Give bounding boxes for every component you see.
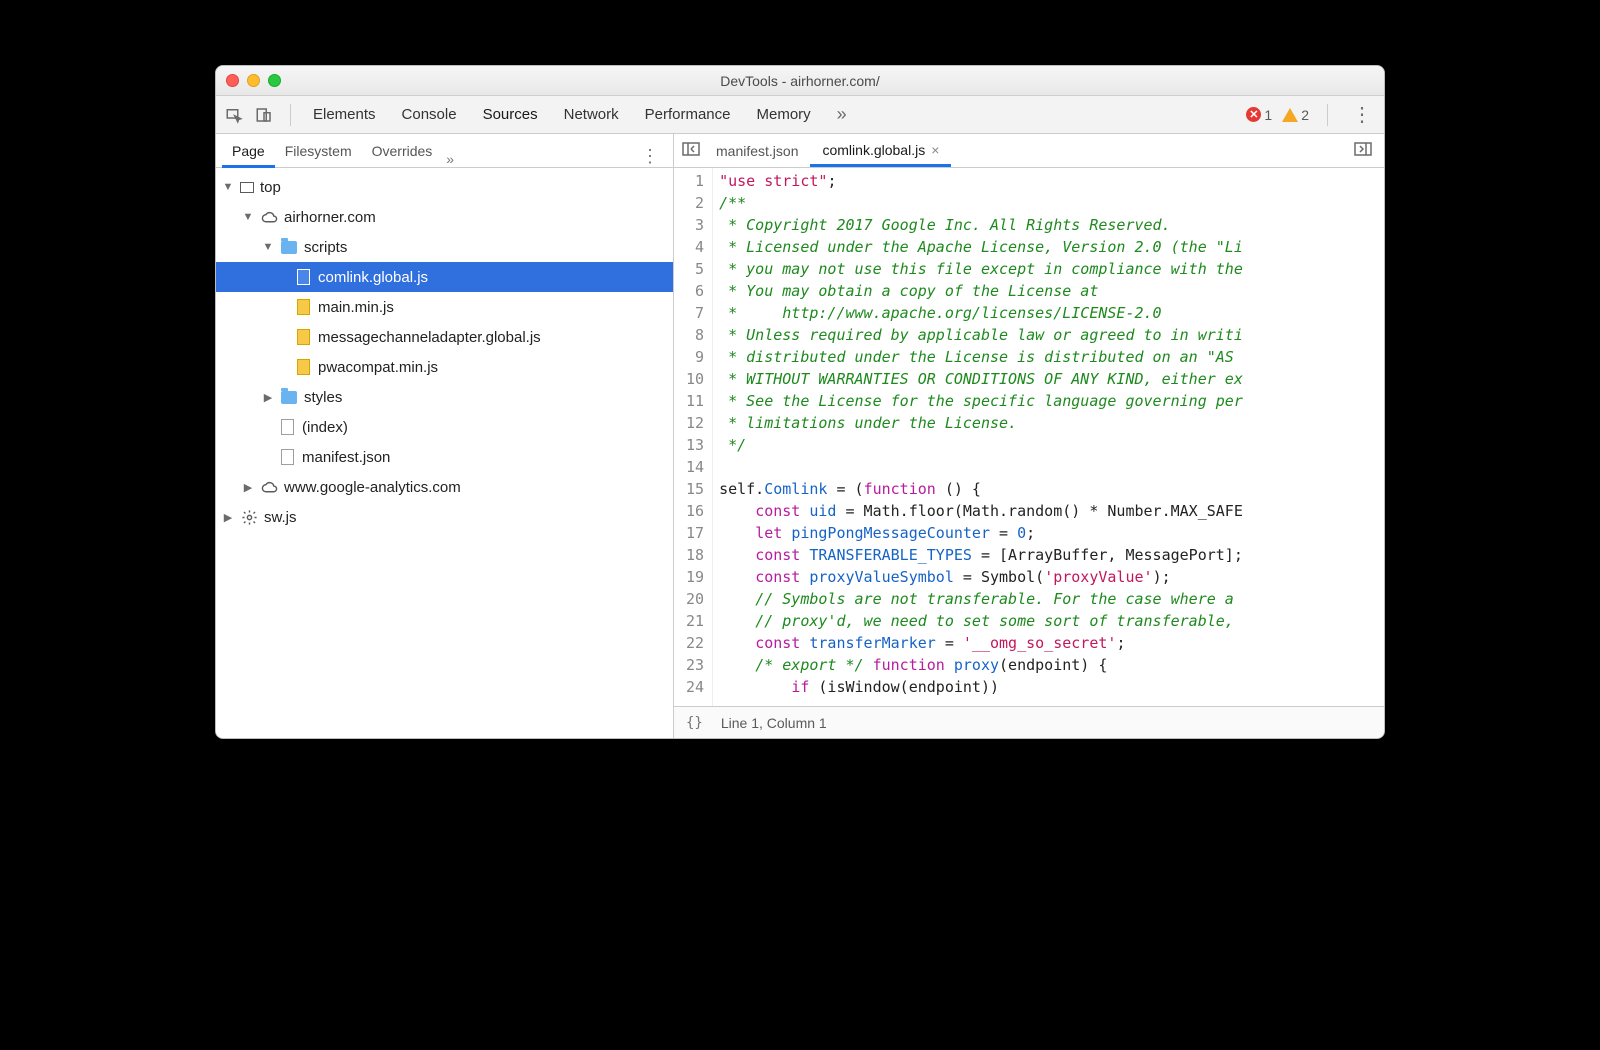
sidebar-tabs: PageFilesystemOverrides » ⋮: [216, 134, 673, 168]
tree-file-main[interactable]: main.min.js: [216, 292, 673, 322]
settings-menu-button[interactable]: ⋮: [1346, 102, 1378, 127]
tree-label: pwacompat.min.js: [318, 359, 438, 376]
tree-file-index[interactable]: (index): [216, 412, 673, 442]
sidebar-tab-filesystem[interactable]: Filesystem: [275, 137, 362, 167]
code-editor[interactable]: 123456789101112131415161718192021222324 …: [674, 168, 1384, 706]
tree-domain-analytics[interactable]: ▶ www.google-analytics.com: [216, 472, 673, 502]
tree-label: messagechanneladapter.global.js: [318, 329, 541, 346]
inspect-element-icon[interactable]: [222, 103, 246, 127]
chevron-down-icon: ▼: [222, 181, 234, 193]
zoom-window-button[interactable]: [268, 74, 281, 87]
show-navigator-icon[interactable]: [678, 142, 704, 159]
toolbar-left: Elements Console Sources Network Performance…: [222, 102, 847, 127]
frame-icon: [240, 182, 254, 193]
chevron-right-icon: ▶: [222, 511, 234, 524]
editor-tab-label: manifest.json: [716, 143, 798, 159]
sidebar-tab-overrides[interactable]: Overrides: [362, 137, 443, 167]
panel-tab-performance[interactable]: Performance: [643, 102, 733, 127]
tree-item-sw[interactable]: ▶ sw.js: [216, 502, 673, 532]
line-number-gutter: 123456789101112131415161718192021222324: [674, 168, 713, 706]
folder-icon: [281, 391, 297, 404]
file-icon: [281, 449, 294, 465]
main-toolbar: Elements Console Sources Network Performance…: [216, 96, 1384, 134]
chevron-right-icon: ▶: [242, 481, 254, 494]
content-area: PageFilesystemOverrides » ⋮ ▼ top ▼ airh…: [216, 134, 1384, 738]
editor-tab[interactable]: manifest.json: [704, 136, 810, 166]
chevron-down-icon: ▼: [242, 211, 254, 223]
close-window-button[interactable]: [226, 74, 239, 87]
editor-tab-bar: manifest.json comlink.global.js ×: [674, 134, 1384, 168]
sources-sidebar: PageFilesystemOverrides » ⋮ ▼ top ▼ airh…: [216, 134, 674, 738]
file-icon: [281, 419, 294, 435]
tree-label: (index): [302, 419, 348, 436]
js-file-icon: [297, 299, 310, 315]
devtools-window: DevTools - airhorner.com/ Elements Consol…: [215, 65, 1385, 739]
panel-tabs: Elements Console Sources Network Performance…: [311, 102, 813, 127]
tree-top[interactable]: ▼ top: [216, 172, 673, 202]
tree-label: www.google-analytics.com: [284, 479, 461, 496]
toolbar-separator: [290, 104, 291, 126]
minimize-window-button[interactable]: [247, 74, 260, 87]
chevron-down-icon: ▼: [262, 241, 274, 253]
tree-folder-scripts[interactable]: ▼ scripts: [216, 232, 673, 262]
panel-tab-console[interactable]: Console: [400, 102, 459, 127]
close-tab-icon[interactable]: ×: [931, 142, 939, 158]
js-file-icon: [297, 329, 310, 345]
editor-pane: manifest.json comlink.global.js × 12345678…: [674, 134, 1384, 738]
gear-icon: [240, 508, 258, 526]
tree-folder-styles[interactable]: ▶ styles: [216, 382, 673, 412]
js-file-icon: [297, 359, 310, 375]
more-panels-button[interactable]: »: [837, 104, 847, 125]
editor-tab[interactable]: comlink.global.js ×: [810, 136, 951, 167]
panel-tab-sources[interactable]: Sources: [481, 102, 540, 127]
toolbar-right: ✕ 1 2 ⋮: [1246, 102, 1378, 127]
folder-icon: [281, 241, 297, 254]
tree-file-pwa[interactable]: pwacompat.min.js: [216, 352, 673, 382]
toolbar-separator: [1327, 104, 1328, 126]
tree-label: sw.js: [264, 509, 297, 526]
tree-label: comlink.global.js: [318, 269, 428, 286]
traffic-lights: [226, 74, 281, 87]
panel-tab-memory[interactable]: Memory: [755, 102, 813, 127]
warning-count-badge[interactable]: 2: [1282, 107, 1309, 123]
tree-file-manifest[interactable]: manifest.json: [216, 442, 673, 472]
tree-label: top: [260, 179, 281, 196]
cursor-position: Line 1, Column 1: [721, 715, 827, 731]
panel-tab-elements[interactable]: Elements: [311, 102, 378, 127]
tree-label: airhorner.com: [284, 209, 376, 226]
file-tree[interactable]: ▼ top ▼ airhorner.com ▼ scripts comlink.…: [216, 168, 673, 738]
device-toolbar-icon[interactable]: [252, 103, 276, 127]
panel-tab-network[interactable]: Network: [562, 102, 621, 127]
code-content[interactable]: "use strict";/** * Copyright 2017 Google…: [713, 168, 1384, 706]
editor-status-bar: {} Line 1, Column 1: [674, 706, 1384, 738]
tree-domain-airhorner[interactable]: ▼ airhorner.com: [216, 202, 673, 232]
warning-icon: [1282, 108, 1298, 122]
file-icon: [297, 269, 310, 285]
window-title: DevTools - airhorner.com/: [216, 73, 1384, 89]
show-debugger-icon[interactable]: [1346, 142, 1380, 159]
sidebar-tab-page[interactable]: Page: [222, 137, 275, 168]
tree-file-mca[interactable]: messagechanneladapter.global.js: [216, 322, 673, 352]
error-icon: ✕: [1246, 107, 1261, 122]
sidebar-more-button[interactable]: »: [446, 151, 454, 167]
chevron-right-icon: ▶: [262, 391, 274, 404]
tree-label: manifest.json: [302, 449, 390, 466]
tree-label: scripts: [304, 239, 347, 256]
cloud-icon: [260, 478, 278, 496]
tree-file-comlink[interactable]: comlink.global.js: [216, 262, 673, 292]
error-count: 1: [1264, 107, 1272, 123]
editor-tab-label: comlink.global.js: [822, 142, 925, 158]
tree-label: main.min.js: [318, 299, 394, 316]
warning-count: 2: [1301, 107, 1309, 123]
sidebar-menu-button[interactable]: ⋮: [633, 146, 667, 167]
window-titlebar[interactable]: DevTools - airhorner.com/: [216, 66, 1384, 96]
tree-label: styles: [304, 389, 342, 406]
error-count-badge[interactable]: ✕ 1: [1246, 107, 1272, 123]
cloud-icon: [260, 208, 278, 226]
pretty-print-button[interactable]: {}: [686, 715, 703, 731]
